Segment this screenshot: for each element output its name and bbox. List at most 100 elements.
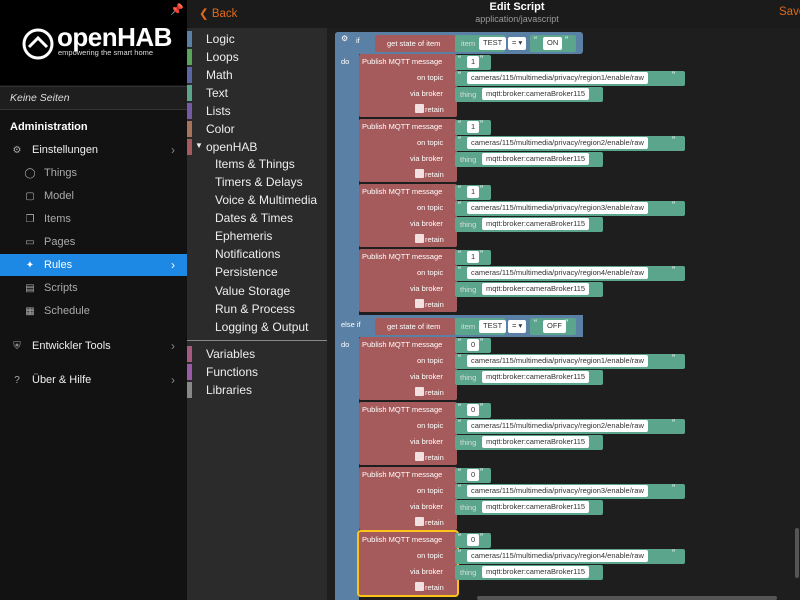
blockly-workspace[interactable]: ⚙ if do else if do get state of item ite…: [327, 28, 800, 600]
toolbox-sub[interactable]: Run & Process: [215, 302, 295, 320]
topic-field[interactable]: cameras/115/multimedia/privacy/region4/e…: [467, 267, 648, 279]
nav-help[interactable]: ? Über & Hilfe ›: [0, 369, 187, 391]
topic-field[interactable]: cameras/115/multimedia/privacy/region2/e…: [467, 137, 648, 149]
toolbox-sub[interactable]: Persistence: [215, 265, 278, 283]
retain-checkbox[interactable]: [415, 582, 424, 591]
retain-checkbox[interactable]: [415, 452, 424, 461]
payload-field[interactable]: 0: [467, 339, 480, 351]
quote-close: ”: [565, 318, 568, 328]
retain-checkbox[interactable]: [415, 387, 424, 396]
toolbox-color[interactable]: Color: [187, 120, 235, 138]
item-name-field[interactable]: TEST: [479, 320, 507, 333]
nav-label: Model: [44, 190, 74, 202]
toolbox-loops[interactable]: Loops: [187, 48, 239, 66]
toolbox-sub[interactable]: Notifications: [215, 247, 280, 265]
toolbox-math[interactable]: Math: [187, 66, 233, 84]
quote-open: “: [458, 532, 461, 542]
toolbox-sub[interactable]: Ephemeris: [215, 229, 272, 247]
pin-icon[interactable]: 📌: [170, 3, 184, 16]
thing-label: thing: [460, 220, 477, 229]
page-title: Edit Script: [489, 1, 545, 13]
quote-close: ”: [480, 184, 483, 194]
off-value-field[interactable]: OFF: [543, 320, 566, 333]
broker-field[interactable]: mqtt:broker:cameraBroker115: [482, 218, 590, 230]
toolbox-sub[interactable]: Dates & Times: [215, 211, 293, 229]
compare-dropdown[interactable]: = ▾: [508, 320, 527, 333]
nav-model[interactable]: ▢ Model: [0, 185, 187, 207]
topic-field[interactable]: cameras/115/multimedia/privacy/region3/e…: [467, 485, 648, 497]
payload-field[interactable]: 1: [467, 186, 480, 198]
toolbox-logic[interactable]: Logic: [187, 30, 235, 48]
nav-dev-tools[interactable]: ⛨ Entwickler Tools ›: [0, 335, 187, 357]
nav-scripts[interactable]: ▤ Scripts: [0, 277, 187, 299]
item-name-field[interactable]: TEST: [479, 37, 507, 50]
nav-things[interactable]: ◯ Things: [0, 162, 187, 184]
nav-einstellungen[interactable]: ⚙ Einstellungen ›: [0, 139, 187, 161]
quote-open: “: [458, 402, 461, 412]
swatch: [187, 346, 192, 362]
broker-field[interactable]: mqtt:broker:cameraBroker115: [482, 88, 590, 100]
on-topic-label: on topic: [417, 203, 444, 212]
payload-field[interactable]: 1: [467, 121, 480, 133]
toolbox-sub[interactable]: Value Storage: [215, 284, 290, 302]
toolbox-sub[interactable]: Items & Things: [215, 157, 295, 175]
publish-label: Publish MQTT message: [362, 57, 443, 66]
nav-pages[interactable]: ▭ Pages: [0, 231, 187, 253]
retain-checkbox[interactable]: [415, 299, 424, 308]
retain-checkbox[interactable]: [415, 517, 424, 526]
via-broker-label: via broker: [410, 437, 443, 446]
nav-schedule[interactable]: ▦ Schedule: [0, 300, 187, 322]
quote-open: “: [458, 418, 461, 428]
payload-field[interactable]: 0: [467, 534, 480, 546]
on-topic-label: on topic: [417, 486, 444, 495]
topic-field[interactable]: cameras/115/multimedia/privacy/region4/e…: [467, 550, 648, 562]
monitor-icon: ▭: [25, 236, 35, 248]
item-label: item: [461, 322, 476, 331]
do-label: do: [341, 57, 350, 66]
toolbox-label: Loops: [206, 50, 239, 64]
via-broker-label: via broker: [410, 89, 443, 98]
toolbox-libraries[interactable]: Libraries: [187, 381, 252, 399]
quote-close: ”: [672, 265, 675, 275]
topic-field[interactable]: cameras/115/multimedia/privacy/region2/e…: [467, 420, 648, 432]
horizontal-scrollbar[interactable]: [477, 596, 777, 600]
topic-field[interactable]: cameras/115/multimedia/privacy/region3/e…: [467, 202, 648, 214]
topic-field[interactable]: cameras/115/multimedia/privacy/region1/e…: [467, 72, 648, 84]
toolbox-sub[interactable]: Voice & Multimedia: [215, 193, 317, 211]
broker-field[interactable]: mqtt:broker:cameraBroker115: [482, 283, 590, 295]
payload-field[interactable]: 0: [467, 469, 480, 481]
retain-checkbox[interactable]: [415, 169, 424, 178]
payload-field[interactable]: 0: [467, 404, 480, 416]
on-topic-label: on topic: [417, 356, 444, 365]
retain-checkbox[interactable]: [415, 104, 424, 113]
retain-label: retain: [425, 518, 444, 527]
broker-field[interactable]: mqtt:broker:cameraBroker115: [482, 436, 590, 448]
toolbox-variables[interactable]: Variables: [187, 345, 255, 363]
nav-items[interactable]: ❐ Items: [0, 208, 187, 230]
payload-field[interactable]: 1: [467, 251, 480, 263]
vertical-scrollbar[interactable]: [795, 528, 799, 578]
payload-field[interactable]: 1: [467, 56, 480, 68]
quote-open: “: [458, 249, 461, 259]
nav-label: Scripts: [44, 282, 78, 294]
nav-rules[interactable]: ✦ Rules ›: [0, 254, 187, 276]
retain-checkbox[interactable]: [415, 234, 424, 243]
toolbox-functions[interactable]: Functions: [187, 363, 258, 381]
toolbox-lists[interactable]: Lists: [187, 102, 231, 120]
topic-field[interactable]: cameras/115/multimedia/privacy/region1/e…: [467, 355, 648, 367]
toolbox-sub[interactable]: Logging & Output: [215, 320, 308, 338]
logo[interactable]: openHAB empowering the smart home: [0, 0, 187, 85]
toolbox-sub[interactable]: Timers & Delays: [215, 175, 303, 193]
quote-close: ”: [480, 337, 483, 347]
broker-field[interactable]: mqtt:broker:cameraBroker115: [482, 566, 590, 578]
on-value-field[interactable]: ON: [543, 37, 563, 50]
save-button[interactable]: Save: [779, 6, 800, 18]
toolbox-text[interactable]: Text: [187, 84, 228, 102]
gear-icon[interactable]: ⚙: [341, 34, 348, 43]
broker-field[interactable]: mqtt:broker:cameraBroker115: [482, 153, 590, 165]
broker-field[interactable]: mqtt:broker:cameraBroker115: [482, 501, 590, 513]
quote-close: ”: [672, 418, 675, 428]
compare-dropdown[interactable]: = ▾: [508, 37, 527, 50]
broker-field[interactable]: mqtt:broker:cameraBroker115: [482, 371, 590, 383]
sidebar: openHAB empowering the smart home 📌 Kein…: [0, 0, 187, 600]
